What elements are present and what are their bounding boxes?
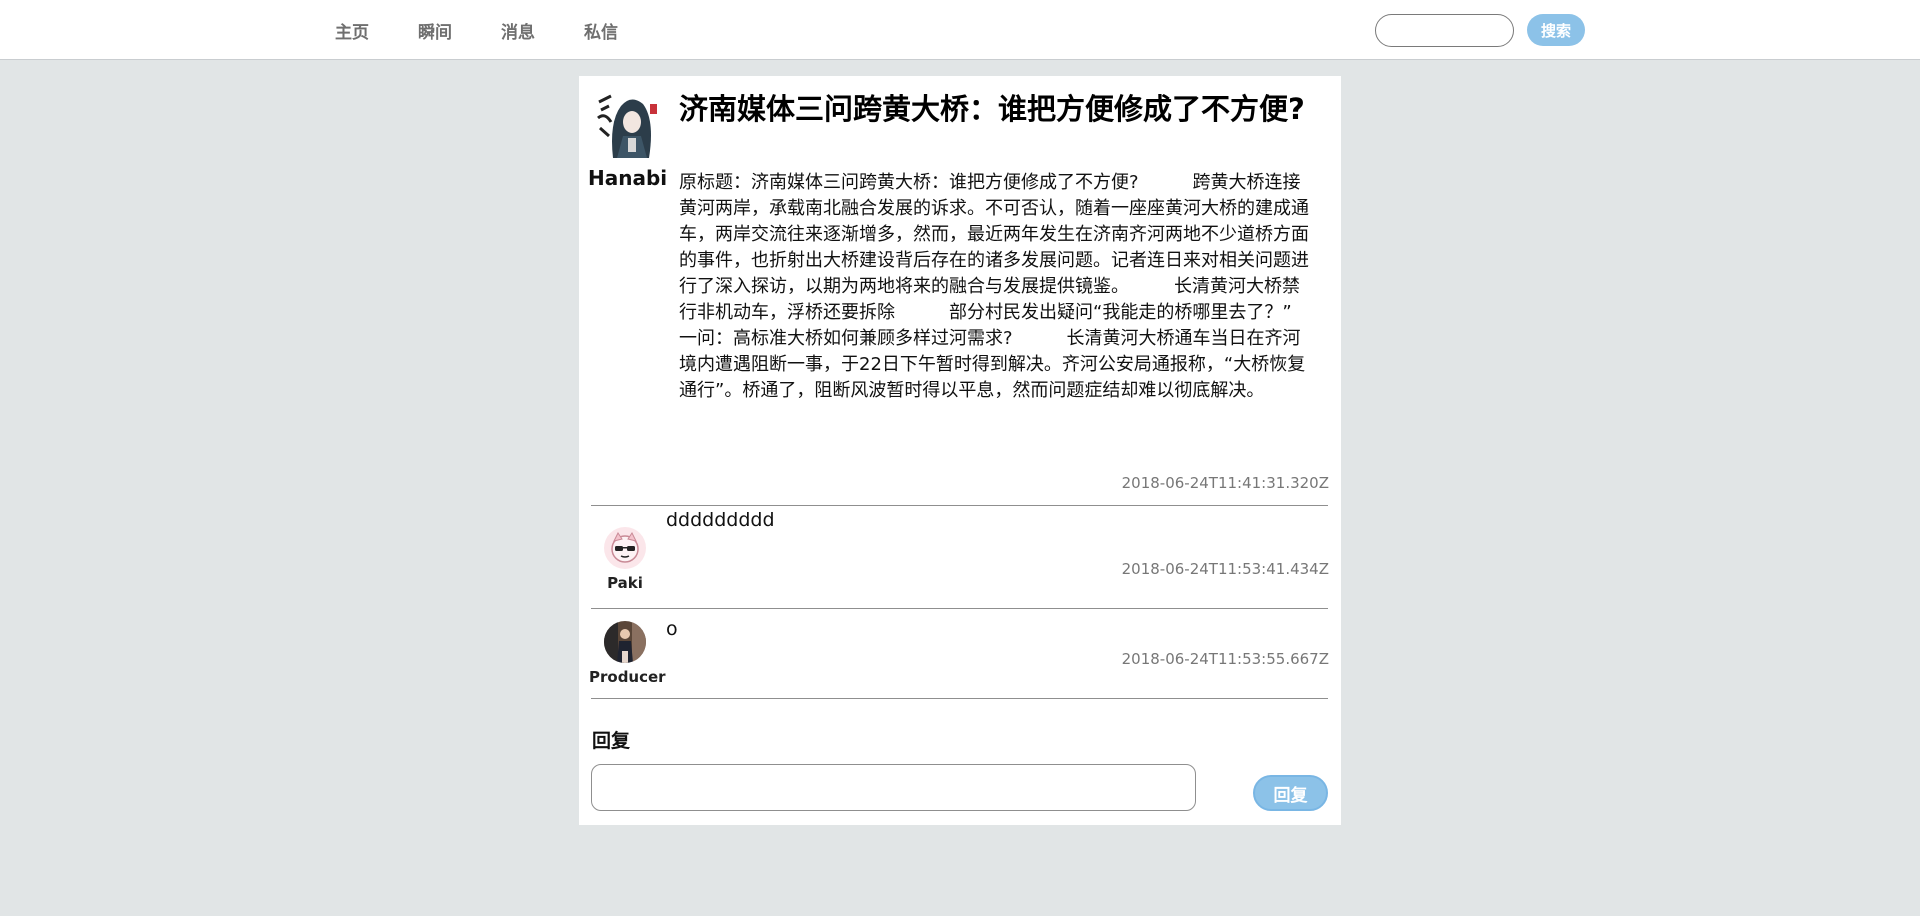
post-author-block: Hanabi	[588, 92, 667, 190]
nav-link-home[interactable]: 主页	[335, 18, 369, 43]
comment-author-name[interactable]: Producer	[589, 668, 666, 686]
avatar[interactable]	[604, 621, 646, 663]
comment-author-block: Paki	[589, 527, 661, 592]
comment-author-block: Producer	[589, 621, 666, 686]
post-card: Hanabi 济南媒体三问跨黄大桥：谁把方便修成了不方便? 原标题：济南媒体三问…	[579, 76, 1341, 825]
comment-author-name[interactable]: Paki	[589, 574, 661, 592]
comment-text: o	[666, 618, 678, 640]
reply-input[interactable]	[591, 764, 1196, 811]
top-navbar: 主页 瞬间 消息 私信 搜索	[0, 0, 1920, 60]
comment-text: ddddddddd	[666, 509, 775, 531]
post-body: 原标题：济南媒体三问跨黄大桥：谁把方便修成了不方便? 跨黄大桥连接黄河两岸，承载…	[679, 172, 1346, 401]
comment-item: Paki ddddddddd 2018-06-24T11:53:41.434Z	[579, 505, 1341, 608]
nav-link-private-messages[interactable]: 私信	[584, 18, 618, 43]
divider	[591, 698, 1328, 699]
avatar[interactable]	[595, 92, 661, 162]
search-input[interactable]	[1375, 14, 1514, 47]
avatar[interactable]	[604, 527, 646, 569]
post-author-name[interactable]: Hanabi	[588, 166, 667, 190]
reply-heading: 回复	[592, 730, 631, 752]
post-title: 济南媒体三问跨黄大桥：谁把方便修成了不方便?	[679, 92, 1305, 126]
nav-link-messages[interactable]: 消息	[501, 18, 535, 43]
nav-link-moments[interactable]: 瞬间	[418, 18, 452, 43]
nav-links: 主页 瞬间 消息 私信	[335, 0, 667, 60]
comment-item: Producer o 2018-06-24T11:53:55.667Z	[579, 608, 1341, 698]
post-timestamp: 2018-06-24T11:41:31.320Z	[1121, 474, 1329, 492]
reply-button[interactable]: 回复	[1253, 775, 1328, 811]
search-button[interactable]: 搜索	[1527, 14, 1585, 46]
comment-timestamp: 2018-06-24T11:53:41.434Z	[1121, 560, 1329, 578]
comment-timestamp: 2018-06-24T11:53:55.667Z	[1121, 650, 1329, 668]
